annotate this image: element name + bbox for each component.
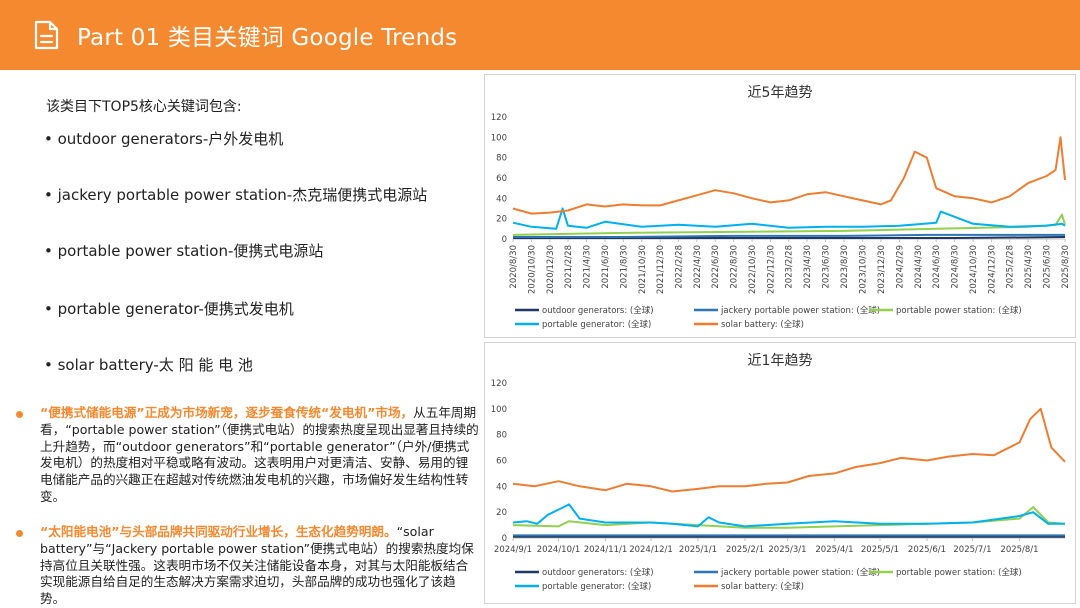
keyword-item: • outdoor generators-户外发电机 (44, 130, 284, 148)
x-tick-label: 2024/9/1 (494, 545, 532, 555)
legend-label: portable generator: (全球) (542, 319, 651, 330)
x-tick-label: 2025/4/30 (1024, 245, 1034, 289)
x-tick-label: 2021/10/30 (638, 245, 648, 294)
x-tick-label: 2024/10/1 (537, 545, 581, 555)
document-icon (34, 20, 59, 50)
bullet-dot (16, 411, 23, 418)
x-tick-label: 2024/8/30 (951, 245, 961, 289)
x-tick-label: 2021/4/30 (582, 245, 592, 289)
x-tick-label: 2020/12/30 (546, 245, 556, 294)
trend-chart-1y: 近1年趋势0204060801001202024/9/1 2024/10/1 202… (491, 353, 1066, 592)
insight-paragraph: “太阳能电池”与头部品牌共同驱动行业增长，生态化趋势明朗。“solar batt… (40, 524, 480, 608)
x-tick-label: 2025/5/1 (861, 545, 899, 555)
x-tick-label: 2021/6/30 (601, 245, 611, 289)
x-tick-label: 2021/12/30 (656, 245, 666, 294)
x-tick-label: 2023/12/30 (877, 245, 887, 294)
insight-highlight: “便携式储能电源”正成为市场新宠，逐步蚕食传统“发电机”市场， (40, 405, 414, 420)
x-tick-label: 2025/6/30 (1043, 245, 1053, 289)
legend-label: outdoor generators: (全球) (542, 567, 654, 578)
insight-paragraph: “便携式储能电源”正成为市场新宠，逐步蚕食传统“发电机”市场，从五年周期看，“p… (40, 405, 480, 506)
chart-panel-1y: 近1年趋势 0 20 40 60 80 100 120 2024/9/1 2024/10/1 202… (484, 342, 1076, 604)
intro-text: 该类目下TOP5核心关键词包含: (46, 99, 242, 115)
series-line (512, 407, 1066, 493)
x-tick-label: 2025/3/1 (768, 545, 806, 555)
x-tick-label: 2021/8/30 (619, 245, 629, 289)
x-tick-label: 2020/8/30 (509, 245, 519, 289)
x-tick-label: 2022/4/30 (693, 245, 703, 289)
y-tick-label: 20 (496, 215, 507, 225)
x-tick-label: 2024/10/30 (969, 245, 979, 294)
y-tick-label: 20 (496, 508, 507, 518)
x-tick-label: 2025/6/1 (908, 545, 946, 555)
y-tick-label: 120 (491, 379, 507, 389)
keyword-item: • portable power station-便携式电源站 (44, 242, 324, 260)
legend-label: portable power station: (全球) (896, 567, 1022, 578)
keyword-item: • jackery portable power station-杰克瑞便携式电… (44, 186, 428, 204)
series-line (512, 207, 1066, 230)
x-tick-label: 2023/2/28 (785, 245, 795, 289)
x-tick-label: 2023/6/30 (822, 245, 832, 289)
x-tick-label: 2024/11/1 (584, 545, 628, 555)
y-tick-label: 40 (496, 482, 507, 492)
legend-label: solar battery: (全球) (721, 319, 804, 330)
x-tick-label: 2024/2/29 (895, 245, 905, 289)
series-line (513, 233, 1065, 238)
x-tick-label: 2022/12/30 (767, 245, 777, 294)
y-tick-label: 100 (491, 133, 507, 143)
header-bar: Part 01 类目关键词 Google Trends (0, 0, 1080, 70)
x-tick-label: 2023/10/30 (858, 245, 868, 294)
x-tick-label: 2022/2/28 (674, 245, 684, 289)
x-tick-label: 2024/6/30 (932, 245, 942, 289)
trend-chart-5y: 近5年趋势 0 20 40 60 80 100 120 2020/8/30 2020/10/30 2… (491, 85, 1071, 330)
x-tick-label: 2020/10/30 (527, 245, 537, 294)
x-tick-label: 2025/8/30 (1061, 245, 1071, 289)
x-tick-label: 2021/2/28 (564, 245, 574, 289)
x-tick-label: 2025/1/1 (679, 545, 717, 555)
keyword-item: • portable generator-便携式发电机 (44, 300, 294, 318)
x-tick-label: 2022/8/30 (730, 245, 740, 289)
x-tick-label: 2022/10/30 (748, 245, 758, 294)
x-tick-label: 2024/12/30 (988, 245, 998, 294)
y-tick-label: 60 (496, 457, 507, 467)
y-tick-label: 80 (496, 154, 507, 164)
legend-label: solar battery: (全球) (721, 581, 804, 592)
legend-label: outdoor generators: (全球) (542, 305, 654, 316)
y-tick-label: 80 (496, 431, 507, 441)
legend-label: portable power station: (全球) (896, 305, 1022, 316)
series-line (512, 136, 1066, 215)
insight-highlight: “太阳能电池”与头部品牌共同驱动行业增长，生态化趋势明朗。 (40, 524, 397, 539)
legend-label: jackery portable power station: (全球) (720, 567, 880, 578)
x-tick-label: 2022/6/30 (711, 245, 721, 289)
x-tick-label: 2025/7/1 (953, 545, 991, 555)
y-tick-label: 100 (491, 405, 507, 415)
y-tick-label: 40 (496, 194, 507, 204)
x-tick-label: 2025/4/1 (815, 545, 853, 555)
chart-title: 近1年趋势 (748, 353, 813, 369)
y-tick-label: 0 (502, 235, 507, 245)
bullet-dot (16, 530, 23, 537)
x-tick-label: 2023/4/30 (803, 245, 813, 289)
x-tick-label: 2025/8/1 (1000, 545, 1038, 555)
y-tick-label: 0 (502, 534, 507, 544)
chart-title: 近5年趋势 (748, 85, 813, 101)
x-tick-label: 2025/2/28 (1006, 245, 1016, 289)
keyword-item: • solar battery-太 阳 能 电 池 (44, 356, 253, 374)
legend-label: portable generator: (全球) (542, 581, 651, 592)
chart-panel-5y: 近5年趋势 0 20 40 60 80 100 120 2020/8/30 2020/10/30 2… (484, 74, 1076, 338)
legend-label: jackery portable power station: (全球) (720, 305, 880, 316)
y-tick-label: 120 (491, 113, 507, 123)
page-title: Part 01 类目关键词 Google Trends (77, 25, 458, 51)
x-tick-label: 2024/12/1 (629, 545, 673, 555)
x-tick-label: 2024/4/30 (914, 245, 924, 289)
y-tick-label: 60 (496, 174, 507, 184)
x-tick-label: 2023/8/30 (840, 245, 850, 289)
x-tick-label: 2025/2/1 (726, 545, 764, 555)
